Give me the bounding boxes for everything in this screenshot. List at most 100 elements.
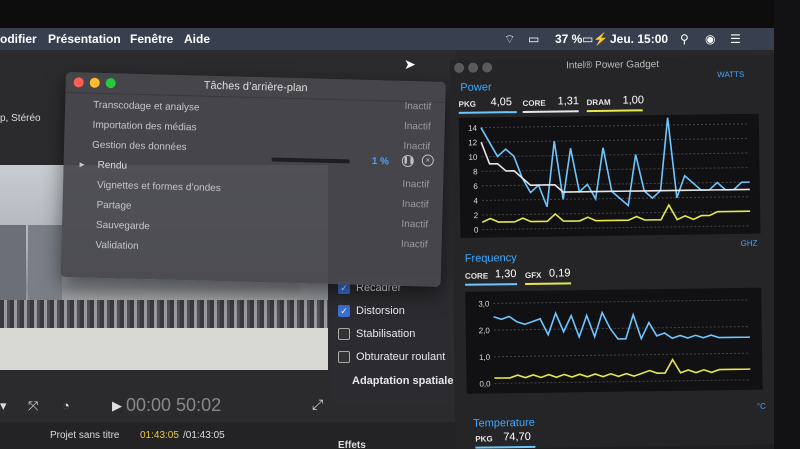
series-line-core — [480, 141, 750, 193]
series-line-pkg — [480, 117, 750, 208]
crowd-image — [0, 300, 328, 328]
y-tick-label: 10 — [468, 153, 478, 162]
playback-controls: ▾ ⤧ ◔ ▶ 00:00 50:02 ⤢ — [0, 392, 330, 422]
gridline — [494, 379, 751, 384]
power-unit: WATTS — [717, 69, 745, 80]
task-status: Inactif — [401, 198, 429, 211]
series-line-dram — [481, 203, 751, 223]
y-tick-label: 2 — [474, 211, 479, 220]
gridline — [481, 196, 750, 201]
gridline — [481, 167, 750, 172]
gridline — [493, 326, 750, 331]
core-label: CORE — [522, 98, 546, 108]
menu-window[interactable]: Fenêtre — [130, 32, 173, 46]
gridline — [481, 181, 750, 187]
zoom-window-button[interactable] — [482, 62, 493, 73]
power-chart: 14 12 10 8 6 4 2 0 — [458, 113, 761, 238]
task-status: Inactif — [402, 178, 430, 191]
frequency-chart: 3,0 2,0 1,0 0,0 — [465, 287, 763, 394]
siri-icon[interactable]: ◉ — [705, 32, 715, 46]
y-tick-label: 4 — [473, 196, 478, 205]
dram-value: 1,00 — [622, 94, 645, 107]
disclosure-triangle-icon[interactable]: ▸ — [79, 159, 84, 173]
battery-icon[interactable]: ▭⚡ — [582, 32, 608, 46]
distortion-label: Distorsion — [356, 305, 405, 317]
rolling-shutter-label: Obturateur roulant — [356, 351, 446, 363]
fullscreen-icon[interactable]: ⤢ — [312, 396, 323, 413]
road-image — [0, 328, 328, 370]
notification-center-icon[interactable]: ☰ — [730, 32, 741, 46]
y-tick-label: 6 — [473, 182, 478, 191]
y-tick-label: 1,0 — [479, 353, 491, 362]
menu-clock[interactable]: Jeu. 15:00 — [610, 32, 668, 46]
task-status: Inactif — [401, 218, 429, 231]
transform-icon[interactable]: ⤧ — [28, 398, 38, 414]
close-window-button[interactable] — [73, 77, 84, 88]
menu-bar: odifier Présentation Fenêtre Aide ⌔ ▭ 37… — [0, 28, 775, 50]
speed-icon[interactable]: ◔ — [62, 398, 70, 413]
menu-view[interactable]: Présentation — [48, 32, 121, 46]
frequency-title: Frequency — [464, 252, 517, 265]
temperature-title: Temperature — [472, 416, 535, 430]
pkg-value: 4,05 — [490, 96, 513, 109]
cancel-icon[interactable]: × — [421, 154, 434, 167]
temperature-unit: °C — [756, 401, 766, 411]
y-tick-label: 14 — [468, 124, 478, 133]
mouse-cursor-icon: ➤ — [404, 56, 416, 72]
minimize-window-button[interactable] — [89, 77, 100, 88]
power-chart-svg: 14 12 10 8 6 4 2 0 — [468, 117, 751, 235]
spatial-conform-heading: Adaptation spatiale — [352, 375, 454, 387]
spotlight-search-icon[interactable]: ⚲ — [680, 32, 689, 46]
freq-core-underline — [465, 283, 518, 286]
gridline — [480, 123, 749, 129]
render-percent: 1 % — [371, 156, 390, 168]
zoom-window-button[interactable] — [105, 78, 116, 89]
menu-help[interactable]: Aide — [184, 32, 210, 46]
window-title: Tâches d’arrière-plan — [203, 79, 308, 95]
effects-label[interactable]: Effets — [338, 440, 366, 449]
task-thumbnails: Vignettes et formes d’ondes — [96, 179, 221, 195]
close-window-button[interactable] — [454, 62, 465, 73]
task-render: Rendu — [97, 159, 128, 172]
y-tick-label: 12 — [468, 138, 478, 147]
gridline — [494, 352, 751, 358]
gfx-underline — [525, 282, 572, 285]
minimize-window-button[interactable] — [468, 62, 479, 73]
battery-percent[interactable]: 37 % — [555, 32, 582, 46]
render-progress-fill — [271, 157, 273, 162]
task-validation: Validation — [95, 239, 139, 252]
series-line-core — [493, 310, 750, 341]
distortion-checkbox[interactable]: ✓ Distorsion — [338, 303, 405, 319]
task-status: Inactif — [403, 140, 431, 153]
inspector-panel: ✓ Recadrer ✓ Distorsion Stabilisation Ob… — [330, 275, 455, 405]
project-total: /01:43:05 — [183, 430, 225, 441]
task-status: Inactif — [404, 100, 432, 113]
stabilization-label: Stabilisation — [356, 328, 416, 340]
wifi-icon[interactable]: ⌔ — [504, 32, 515, 47]
y-tick-label: 8 — [473, 167, 478, 176]
stabilization-checkbox[interactable]: Stabilisation — [338, 326, 415, 342]
menu-edit[interactable]: odifier — [0, 32, 37, 46]
project-time: 01:43:05 — [140, 430, 179, 441]
temp-pkg-label: PKG — [475, 434, 493, 444]
rolling-shutter-checkbox[interactable]: Obturateur roulant — [338, 349, 445, 365]
tool-select-icon[interactable]: ▾ — [0, 398, 7, 414]
task-transcoding: Transcodage et analyse — [92, 99, 200, 114]
gridline — [481, 152, 750, 158]
background-tasks-window: Tâches d’arrière-plan Transcodage et ana… — [60, 72, 446, 287]
timecode-display: 00:00 50:02 — [126, 395, 222, 415]
y-tick-label: 0 — [474, 226, 479, 235]
core-underline — [522, 110, 579, 113]
checkbox-unchecked-icon — [338, 328, 350, 340]
task-data-management: Gestion des données — [91, 139, 187, 154]
power-gadget-window: Intel® Power Gadget Power WATTS PKG 4,05… — [450, 55, 781, 449]
laptop-bezel — [0, 0, 800, 30]
task-import: Importation des médias — [92, 119, 197, 134]
temp-pkg-underline — [475, 445, 536, 449]
gfx-label: GFX — [524, 270, 542, 280]
pause-icon[interactable]: ❚❚ — [401, 154, 415, 168]
airplay-icon[interactable]: ▭ — [528, 32, 539, 46]
dram-underline — [586, 109, 643, 113]
y-tick-label: 2,0 — [479, 326, 491, 335]
play-icon[interactable]: ▶ — [112, 398, 122, 414]
